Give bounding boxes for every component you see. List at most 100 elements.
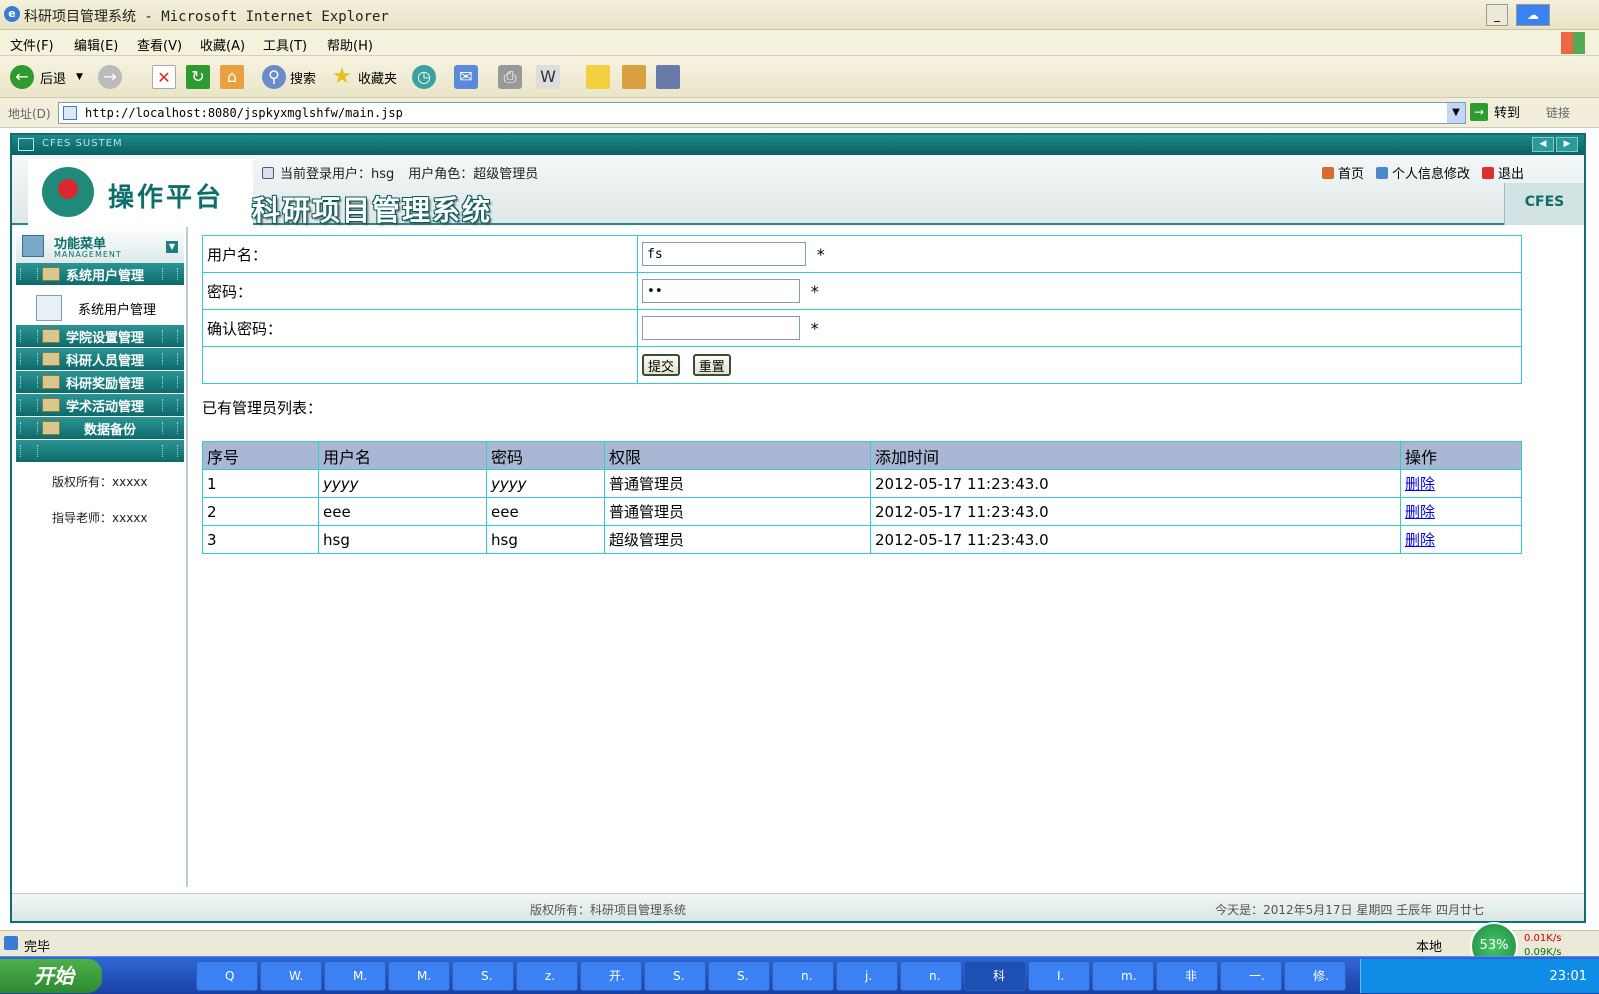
collapse-icon[interactable]: ▼ bbox=[166, 241, 178, 253]
password-input[interactable] bbox=[642, 279, 800, 303]
profile-link[interactable]: 个人信息修改 bbox=[1375, 163, 1470, 182]
sidebar-item-backup[interactable]: 数据备份 bbox=[16, 417, 184, 439]
search-button[interactable]: ⚲ 搜索 bbox=[262, 64, 316, 90]
delete-link[interactable]: 删除 bbox=[1405, 503, 1435, 521]
required-mark: * bbox=[810, 318, 819, 338]
home-button[interactable]: ⌂ bbox=[220, 64, 244, 90]
frame-titlebar: CFES SUSTEM ◀ ▶ bbox=[12, 135, 1584, 155]
mail-button[interactable]: ✉ bbox=[454, 64, 478, 90]
confirm-password-input[interactable] bbox=[642, 316, 800, 340]
logout-link[interactable]: 退出 bbox=[1481, 163, 1524, 182]
taskbar-item[interactable]: 修. bbox=[1284, 961, 1346, 991]
sidebar-header[interactable]: 功能菜单 MANAGEMENT ▼ bbox=[16, 231, 184, 263]
home-link[interactable]: 首页 bbox=[1321, 163, 1364, 182]
cell-time: 2012-05-17 11:23:43.0 bbox=[870, 525, 1401, 554]
taskbar-item[interactable]: 非 bbox=[1156, 961, 1218, 991]
back-arrow-icon: ← bbox=[10, 65, 34, 89]
taskbar-item[interactable]: S. bbox=[452, 961, 514, 991]
sidebar-item-activities[interactable]: 学术活动管理 bbox=[16, 394, 184, 416]
address-input[interactable]: http://localhost:8080/jspkyxmglshfw/main… bbox=[58, 102, 1466, 124]
minimize-button[interactable]: _ bbox=[1486, 4, 1508, 26]
password-label: 密码： bbox=[202, 272, 638, 310]
history-button[interactable]: ◷ bbox=[412, 64, 436, 90]
messenger-button[interactable] bbox=[656, 64, 680, 90]
user-role: 用户角色：超级管理员 bbox=[408, 167, 539, 182]
cloud-icon[interactable]: ☁ bbox=[1516, 4, 1550, 26]
taskbar-item[interactable]: z. bbox=[516, 961, 578, 991]
logout-link-label: 退出 bbox=[1497, 167, 1524, 182]
taskbar-item[interactable]: 开. bbox=[580, 961, 642, 991]
user-info: 当前登录用户：hsg 用户角色：超级管理员 bbox=[262, 163, 538, 182]
menu-view[interactable]: 查看(V) bbox=[137, 35, 182, 54]
sidebar-copyright: 版权所有：xxxxx bbox=[52, 475, 148, 489]
print-button[interactable]: ⎙ bbox=[498, 64, 522, 90]
delete-link[interactable]: 删除 bbox=[1405, 475, 1435, 493]
taskbar-item[interactable]: 一. bbox=[1220, 961, 1282, 991]
reset-button[interactable]: 重置 bbox=[692, 354, 731, 376]
research-button[interactable] bbox=[622, 64, 646, 90]
start-button[interactable]: 开始 bbox=[0, 959, 102, 993]
taskbar-item[interactable]: M. bbox=[324, 961, 386, 991]
discuss-button[interactable] bbox=[586, 64, 610, 90]
sidebar-item-label: 科研人员管理 bbox=[66, 353, 145, 369]
required-mark: * bbox=[810, 281, 819, 301]
clock[interactable]: 23:01 bbox=[1550, 969, 1587, 984]
back-button[interactable]: ← 后退 ▼ bbox=[10, 64, 83, 90]
stop-button[interactable]: ✕ bbox=[152, 64, 176, 90]
print-icon: ⎙ bbox=[498, 65, 522, 89]
submit-button[interactable]: 提交 bbox=[642, 354, 681, 376]
taskbar-item[interactable]: I. bbox=[1028, 961, 1090, 991]
window-icon bbox=[262, 166, 274, 179]
status-bar: 完毕 本地 bbox=[0, 930, 1599, 956]
sidebar-item-label: 学术活动管理 bbox=[66, 399, 145, 415]
column-header: 添加时间 bbox=[870, 441, 1401, 470]
book-icon bbox=[622, 65, 646, 89]
address-dropdown-icon[interactable]: ▼ bbox=[1447, 103, 1465, 123]
logo-text: 操作平台 bbox=[108, 183, 225, 213]
empty-cell bbox=[202, 346, 638, 384]
logout-icon bbox=[1481, 166, 1494, 179]
cell-username: yyyy bbox=[318, 469, 487, 498]
menu-tools[interactable]: 工具(T) bbox=[263, 35, 307, 54]
menu-book-icon bbox=[22, 235, 44, 257]
favorites-button[interactable]: ★ 收藏夹 bbox=[330, 64, 397, 90]
taskbar-item[interactable]: m. bbox=[1092, 961, 1154, 991]
sidebar-item-awards[interactable]: 科研奖励管理 bbox=[16, 371, 184, 393]
go-arrow-icon: → bbox=[1470, 102, 1488, 121]
taskbar-item-active[interactable]: 科 bbox=[964, 961, 1026, 991]
taskbar-item[interactable]: j. bbox=[836, 961, 898, 991]
menu-edit[interactable]: 编辑(E) bbox=[74, 35, 118, 54]
grip-icon bbox=[20, 376, 38, 388]
cell-password: eee bbox=[486, 497, 605, 526]
sidebar-subitem-system-users[interactable]: 系统用户管理 bbox=[16, 289, 184, 327]
username-input[interactable] bbox=[642, 242, 806, 266]
sidebar-item-system-users[interactable]: 系统用户管理 bbox=[16, 263, 184, 285]
menu-help[interactable]: 帮助(H) bbox=[327, 35, 373, 54]
taskbar-item[interactable]: S. bbox=[644, 961, 706, 991]
go-button[interactable]: → 转到 bbox=[1470, 102, 1520, 121]
taskbar-item[interactable]: W. bbox=[260, 961, 322, 991]
menu-favorites[interactable]: 收藏(A) bbox=[200, 35, 245, 54]
links-label[interactable]: 链接 bbox=[1546, 104, 1570, 121]
edit-button[interactable]: W bbox=[536, 64, 560, 90]
search-label: 搜索 bbox=[290, 71, 317, 87]
menu-file[interactable]: 文件(F) bbox=[10, 35, 54, 54]
prev-icon[interactable]: ◀ bbox=[1532, 137, 1554, 152]
cell-action: 删除 bbox=[1400, 469, 1522, 498]
next-icon[interactable]: ▶ bbox=[1556, 137, 1578, 152]
system-tray: 23:01 bbox=[1360, 959, 1599, 993]
taskbar-item[interactable]: M. bbox=[388, 961, 450, 991]
forward-button[interactable]: → bbox=[98, 64, 122, 90]
refresh-button[interactable]: ↻ bbox=[186, 64, 210, 90]
delete-link[interactable]: 删除 bbox=[1405, 531, 1435, 549]
taskbar-item[interactable]: S. bbox=[708, 961, 770, 991]
confirm-password-label: 确认密码： bbox=[202, 309, 638, 347]
taskbar-item[interactable]: Q bbox=[196, 961, 258, 991]
sidebar-item-researchers[interactable]: 科研人员管理 bbox=[16, 348, 184, 370]
taskbar-item[interactable]: n. bbox=[772, 961, 834, 991]
sidebar-item-college[interactable]: 学院设置管理 bbox=[16, 325, 184, 347]
grip-icon bbox=[162, 353, 178, 365]
taskbar-item[interactable]: n. bbox=[900, 961, 962, 991]
cfes-tag: CFES bbox=[1504, 183, 1584, 225]
edit-icon: W bbox=[536, 65, 560, 89]
